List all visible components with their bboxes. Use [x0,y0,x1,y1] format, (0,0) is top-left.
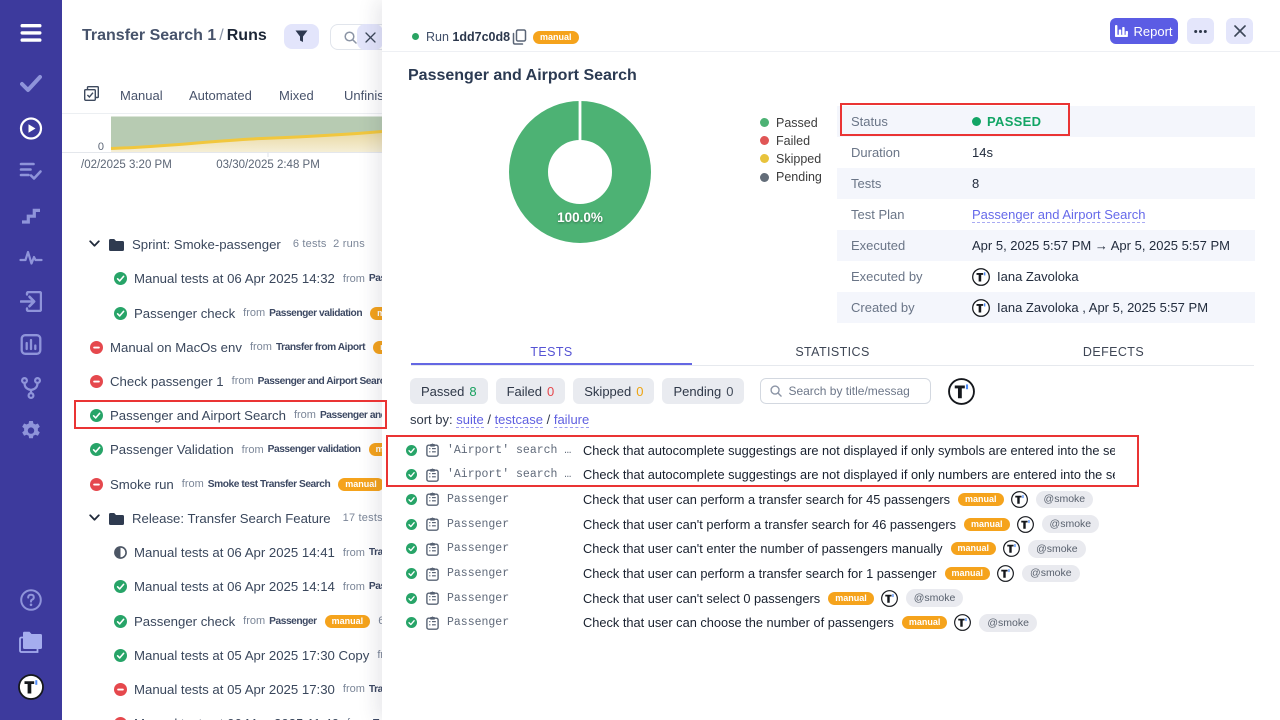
svg-text:0: 0 [98,141,104,153]
svg-text:/02/2025 3:20 PM: /02/2025 3:20 PM [81,159,172,171]
svg-text:03/30/2025 2:48 PM: 03/30/2025 2:48 PM [216,159,320,171]
svg-text:100.0%: 100.0% [557,210,603,225]
